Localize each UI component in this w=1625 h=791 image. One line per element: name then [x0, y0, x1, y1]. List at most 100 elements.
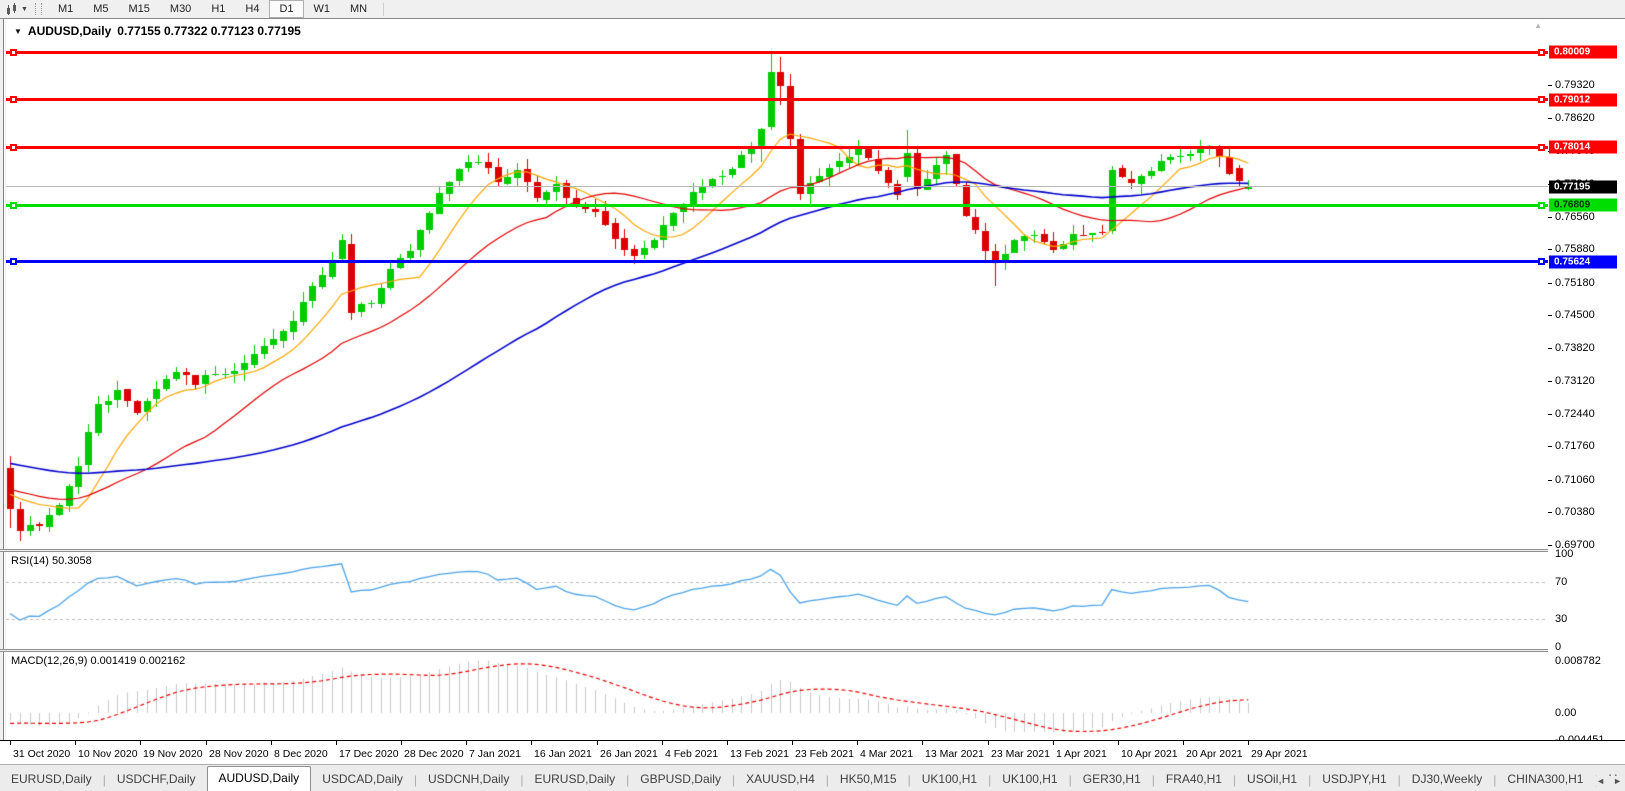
chart-tab-eurusd-daily[interactable]: EURUSD,Daily — [0, 768, 103, 791]
date-axis-label: 13 Mar 2021 — [925, 748, 984, 760]
rsi-canvas[interactable] — [6, 552, 1548, 649]
date-axis-label: 29 Apr 2021 — [1251, 748, 1308, 760]
chart-ohlc: 0.77155 0.77322 0.77123 0.77195 — [117, 24, 301, 38]
date-axis-label: 19 Nov 2020 — [143, 748, 203, 760]
chart-tab-ger30-h1[interactable]: GER30,H1 — [1072, 768, 1152, 791]
timeframe-button-mn[interactable]: MN — [340, 0, 377, 18]
horizontal-level-line[interactable] — [6, 98, 1548, 101]
chart-tab-usdchf-daily[interactable]: USDCHF,Daily — [106, 768, 207, 791]
chart-tab-usdjpy-h1[interactable]: USDJPY,H1 — [1311, 768, 1397, 791]
chart-tab-xauusd-h4[interactable]: XAUUSD,H4 — [735, 768, 826, 791]
date-axis-label: 4 Feb 2021 — [665, 748, 718, 760]
level-line-handle[interactable] — [10, 96, 17, 103]
chart-tab-uk100-h1[interactable]: UK100,H1 — [911, 768, 988, 791]
timeframe-button-m15[interactable]: M15 — [119, 0, 160, 18]
rsi-axis-tick: 0 — [1555, 641, 1561, 653]
level-line-handle[interactable] — [1538, 258, 1545, 265]
date-axis-label: 23 Mar 2021 — [991, 748, 1050, 760]
timeframe-button-d1[interactable]: D1 — [269, 0, 303, 18]
level-line-handle[interactable] — [1538, 49, 1545, 56]
price-axis-tick-mark — [1548, 446, 1552, 447]
date-axis-label: 28 Dec 2020 — [404, 748, 464, 760]
timeframe-button-h4[interactable]: H4 — [235, 0, 269, 18]
date-axis-tick-mark — [401, 741, 402, 745]
tab-scroll-right-icon[interactable]: ► — [1613, 776, 1622, 786]
mt4-window: ▼ M1M5M15M30H1H4D1W1MN ▼ AUDUSD,Daily 0.… — [0, 0, 1625, 791]
chart-tab-usdcnh-daily[interactable]: USDCNH,Daily — [417, 768, 520, 791]
level-line-handle[interactable] — [1538, 96, 1545, 103]
date-axis-tick-mark — [662, 741, 663, 745]
date-axis-tick-mark — [597, 741, 598, 745]
price-axis: 0.793200.786200.779400.772400.765600.758… — [1548, 19, 1625, 740]
chart-tab-uk100-h1[interactable]: UK100,H1 — [991, 768, 1068, 791]
timeframe-button-m1[interactable]: M1 — [48, 0, 83, 18]
level-line-handle[interactable] — [1538, 144, 1545, 151]
date-axis-tick-mark — [206, 741, 207, 745]
price-axis-tick-mark — [1548, 512, 1552, 513]
price-axis-tick: 0.73120 — [1555, 375, 1595, 387]
chart-tab-china300-h1[interactable]: CHINA300,H1 — [1496, 768, 1594, 791]
chart-tab-dj30-weekly[interactable]: DJ30,Weekly — [1401, 768, 1493, 791]
date-axis-label: 26 Jan 2021 — [600, 748, 658, 760]
macd-axis-tick: 0.008782 — [1555, 655, 1601, 667]
price-axis-tick: 0.72440 — [1555, 408, 1595, 420]
price-axis-tick-mark — [1548, 283, 1552, 284]
price-axis-tick-mark — [1548, 249, 1552, 250]
date-axis-label: 10 Apr 2021 — [1121, 748, 1178, 760]
level-line-handle[interactable] — [10, 258, 17, 265]
timeframe-button-h1[interactable]: H1 — [201, 0, 235, 18]
chart-tab-audusd-daily[interactable]: AUDUSD,Daily — [207, 766, 312, 791]
timeframe-button-m5[interactable]: M5 — [83, 0, 118, 18]
chart-tool-button[interactable]: ▼ — [0, 1, 31, 17]
horizontal-level-line[interactable] — [6, 204, 1548, 207]
price-axis-tick-mark — [1548, 381, 1552, 382]
price-axis-tick: 0.79320 — [1555, 79, 1595, 91]
chart-tab-hk50-m15[interactable]: HK50,M15 — [829, 768, 908, 791]
main-chart-panel: ▼ AUDUSD,Daily 0.77155 0.77322 0.77123 0… — [6, 19, 1549, 549]
date-axis-label: 7 Jan 2021 — [469, 748, 521, 760]
timeframe-button-m30[interactable]: M30 — [160, 0, 201, 18]
date-axis-tick-mark — [792, 741, 793, 745]
price-axis-tick: 0.75880 — [1555, 243, 1595, 255]
date-axis-tick-mark — [1248, 741, 1249, 745]
date-axis-label: 8 Dec 2020 — [274, 748, 328, 760]
chart-tab-bar: EURUSD,Daily|USDCHF,DailyAUDUSD,DailyUSD… — [0, 764, 1625, 791]
chart-title: ▼ AUDUSD,Daily 0.77155 0.77322 0.77123 0… — [14, 24, 301, 38]
date-axis-label: 17 Dec 2020 — [339, 748, 399, 760]
macd-canvas[interactable] — [6, 652, 1548, 740]
chart-tab-fra40-h1[interactable]: FRA40,H1 — [1155, 768, 1233, 791]
date-axis-tick-mark — [75, 741, 76, 745]
chart-scrollbar-icon[interactable]: ▲ — [1534, 21, 1542, 30]
date-axis-tick-mark — [336, 741, 337, 745]
price-axis-tick-mark — [1548, 414, 1552, 415]
toolbar-grip[interactable] — [35, 3, 42, 15]
price-level-tag: 0.77195 — [1549, 180, 1617, 193]
chart-tab-eurusd-daily[interactable]: EURUSD,Daily — [523, 768, 626, 791]
horizontal-level-line[interactable] — [6, 146, 1548, 149]
level-line-handle[interactable] — [10, 144, 17, 151]
price-axis-tick-mark — [1548, 315, 1552, 316]
horizontal-level-line[interactable] — [6, 51, 1548, 54]
date-axis-label: 13 Feb 2021 — [730, 748, 789, 760]
price-axis-tick: 0.75180 — [1555, 277, 1595, 289]
rsi-axis-tick: 100 — [1555, 548, 1573, 560]
timeframe-button-w1[interactable]: W1 — [304, 0, 341, 18]
level-line-handle[interactable] — [1538, 202, 1545, 209]
horizontal-level-line[interactable] — [6, 186, 1548, 187]
chart-title-caret-icon[interactable]: ▼ — [14, 27, 22, 36]
chart-tab-usdcad-daily[interactable]: USDCAD,Daily — [311, 768, 414, 791]
horizontal-level-line[interactable] — [6, 260, 1548, 263]
tab-scroll-left-icon[interactable]: ◄ — [1596, 776, 1605, 786]
level-line-handle[interactable] — [10, 202, 17, 209]
price-axis-tick: 0.71060 — [1555, 474, 1595, 486]
chart-tab-usoil-h1[interactable]: USOil,H1 — [1236, 768, 1308, 791]
level-line-handle[interactable] — [10, 49, 17, 56]
date-axis-tick-mark — [1183, 741, 1184, 745]
chart-tab-gbpusd-daily[interactable]: GBPUSD,Daily — [629, 768, 732, 791]
price-axis-tick: 0.71760 — [1555, 440, 1595, 452]
price-axis-tick-mark — [1548, 217, 1552, 218]
date-axis-tick-mark — [922, 741, 923, 745]
macd-axis-tick: 0.00 — [1555, 707, 1576, 719]
date-axis-tick-mark — [466, 741, 467, 745]
price-level-tag: 0.79012 — [1549, 93, 1617, 106]
